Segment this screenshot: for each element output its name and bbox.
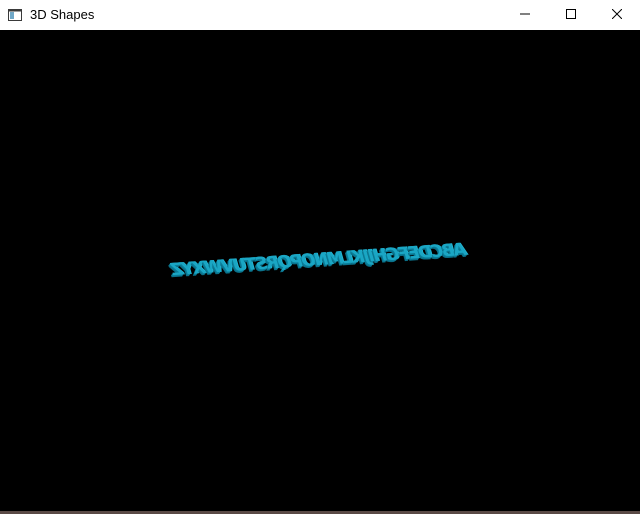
minimize-icon xyxy=(520,6,530,24)
window-title: 3D Shapes xyxy=(30,7,95,22)
window-app-icon xyxy=(8,8,22,21)
close-icon xyxy=(611,6,623,24)
render-viewport[interactable]: ABCDEFGHIJKLMNOPQRSTUVWXYZ xyxy=(0,30,640,511)
maximize-button[interactable] xyxy=(548,0,594,30)
maximize-icon xyxy=(566,6,576,24)
3d-text-mesh: ABCDEFGHIJKLMNOPQRSTUVWXYZ xyxy=(169,239,470,281)
close-button[interactable] xyxy=(594,0,640,30)
title-bar[interactable]: 3D Shapes xyxy=(0,0,640,30)
minimize-button[interactable] xyxy=(502,0,548,30)
app-window: 3D Shapes ABCDEFGHIJKLMNOPQRSTUVWXYZ xyxy=(0,0,640,514)
